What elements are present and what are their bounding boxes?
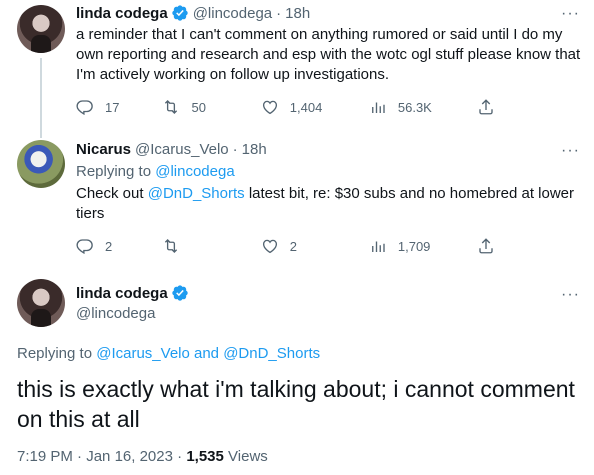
tweet-text-start: Check out [76,185,144,202]
like-button[interactable]: 2 [261,237,369,255]
share-icon [479,238,493,254]
mention-link[interactable]: @DnD_Shorts [148,185,245,202]
analytics-icon [371,241,385,252]
more-options-icon[interactable]: ··· [561,143,580,159]
like-count: 2 [289,238,297,254]
timestamp[interactable]: 18h [242,141,267,158]
retweet-count: 50 [191,99,206,115]
reply-count: 2 [105,238,113,254]
tweet-nicarus-reply[interactable]: Nicarus @Icarus_Velo · 18h ··· Replying … [0,135,594,265]
reply-button[interactable]: 2 [76,237,162,255]
views-count: 56.3K [397,99,432,115]
verified-badge-icon [172,285,188,301]
views-button[interactable]: 56.3K [369,98,477,116]
views-button[interactable]: 1,709 [369,237,477,255]
share-button[interactable] [477,237,506,255]
tweet-actions: 17 50 1,404 56.3K [76,97,506,117]
analytics-icon [371,102,385,113]
tweet-header: Nicarus @Icarus_Velo · 18h [76,141,267,158]
like-count: 1,404 [289,99,323,115]
views-label: Views [228,448,268,465]
avatar[interactable] [17,279,65,327]
replying-to-users-link[interactable]: @Icarus_Velo and @DnD_Shorts [96,345,320,362]
replying-to-prefix: Replying to [17,345,93,362]
separator-dot: · [177,448,183,465]
tweet-header: linda codega @lincodega · 18h [76,4,310,22]
display-name[interactable]: Nicarus [76,141,131,158]
user-handle[interactable]: @Icarus_Velo [135,141,229,158]
user-handle[interactable]: @lincodega [76,305,155,322]
share-button[interactable] [477,98,506,116]
reply-button[interactable]: 17 [76,98,162,116]
more-options-icon[interactable]: ··· [561,6,580,22]
thread-line [40,58,42,138]
separator-dot: · [276,4,282,22]
reply-count: 17 [105,99,120,115]
tweet-time[interactable]: 7:19 PM [17,448,73,465]
views-count: 1,709 [397,238,431,254]
like-button[interactable]: 1,404 [261,98,369,116]
replying-to: Replying to @lincodega [76,163,235,180]
tweet-header: linda codega [76,284,193,302]
views-count: 1,535 [186,448,224,465]
retweet-icon [165,239,178,253]
retweet-icon [165,100,178,114]
focused-tweet: linda codega @lincodega ··· Replying to … [0,265,594,475]
more-options-icon[interactable]: ··· [561,287,580,303]
tweet-actions: 2 2 1,709 [76,236,506,256]
verified-badge-icon [172,5,188,21]
display-name[interactable]: linda codega [76,5,168,22]
reply-icon [76,239,93,255]
retweet-button[interactable] [162,237,260,255]
tweet-meta: 7:19 PM · Jan 16, 2023 · 1,535 Views [17,448,268,465]
replying-to: Replying to @Icarus_Velo and @DnD_Shorts [17,345,320,362]
tweet-linda-reminder[interactable]: linda codega @lincodega · 18h ··· a remi… [0,0,594,138]
reply-icon [76,100,93,116]
avatar[interactable] [17,5,65,53]
tweet-text: Check out @DnD_Shorts latest bit, re: $3… [76,184,581,224]
tweet-text: this is exactly what i'm talking about; … [17,376,575,432]
replying-to-user-link[interactable]: @lincodega [155,163,234,180]
tweet-date[interactable]: Jan 16, 2023 [86,448,173,465]
user-handle[interactable]: @lincodega [193,5,272,22]
heart-icon [262,100,277,115]
timestamp[interactable]: 18h [285,5,310,22]
tweet-text: a reminder that I can't comment on anyth… [76,26,581,83]
separator-dot: · [232,141,238,158]
retweet-button[interactable]: 50 [162,98,260,116]
heart-icon [262,239,277,254]
replying-to-prefix: Replying to [76,163,152,180]
separator-dot: · [77,448,83,465]
avatar[interactable] [17,140,65,188]
display-name[interactable]: linda codega [76,285,168,302]
share-icon [479,99,493,115]
